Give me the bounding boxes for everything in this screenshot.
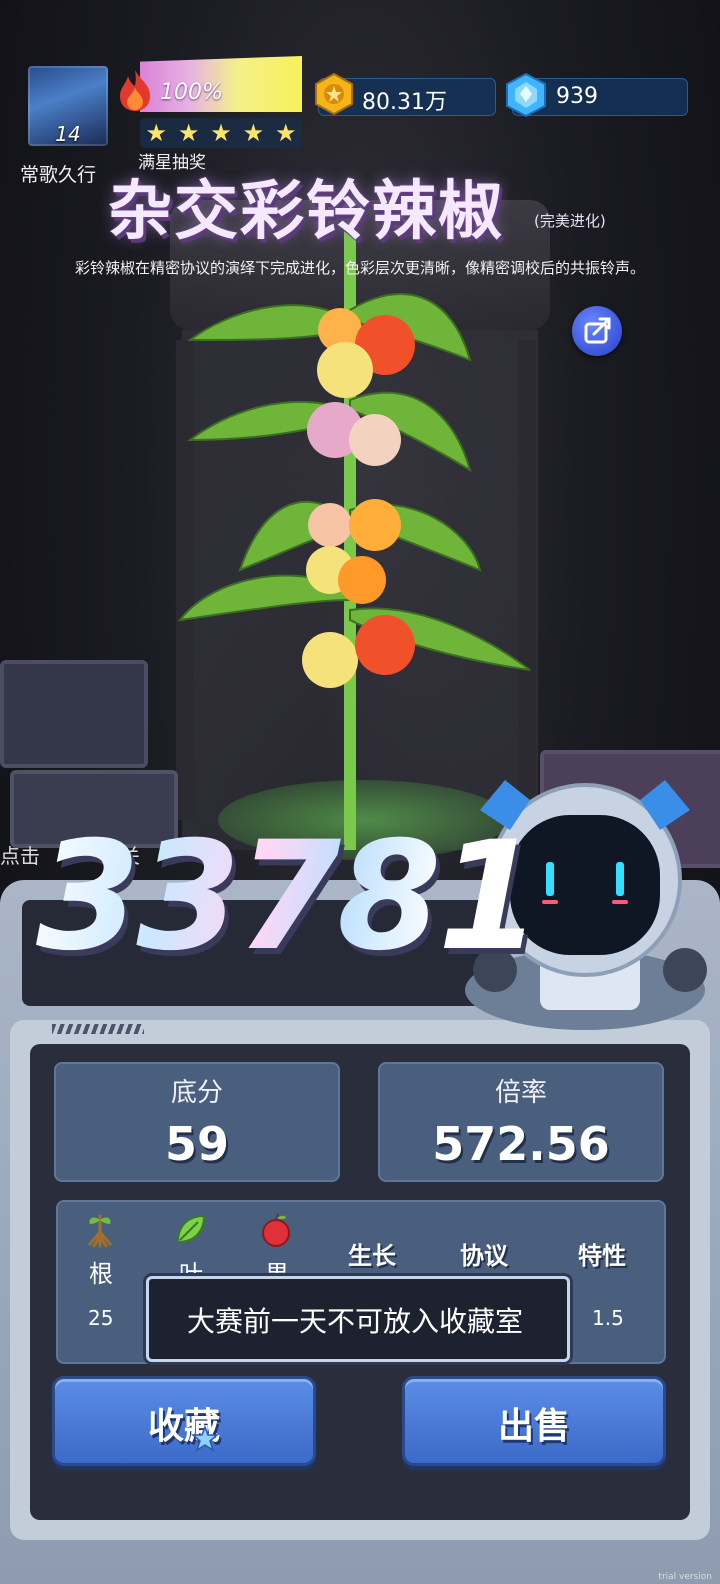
trait-value: 1.5 <box>592 1306 624 1330</box>
collect-button[interactable]: 收藏 <box>52 1376 316 1466</box>
star-rating[interactable]: ★ ★ ★ ★ ★ <box>140 118 302 148</box>
star-icon: ★ <box>145 119 167 147</box>
trait-header: 特性 <box>578 1242 626 1270</box>
star-icon: ★ <box>275 119 297 147</box>
flame-icon <box>120 70 150 111</box>
share-button[interactable] <box>572 306 622 356</box>
star-badge-icon <box>191 1425 219 1452</box>
growth-header: 生长 <box>348 1242 396 1270</box>
multiplier-box: 倍率 572.56 <box>378 1062 664 1182</box>
protocol-header: 协议 <box>460 1242 508 1270</box>
heat-percent: 100% <box>160 80 223 105</box>
leaf-icon <box>176 1214 206 1244</box>
star-icon: ★ <box>210 119 232 147</box>
gem-icon <box>506 72 546 118</box>
total-score: 33781 <box>36 810 542 984</box>
player-level: 14 <box>55 122 81 146</box>
coin-amount: 80.31万 <box>362 90 447 115</box>
coin-icon <box>315 72 353 116</box>
base-score-box: 底分 59 <box>54 1062 340 1182</box>
player-avatar[interactable]: 14 <box>28 66 108 146</box>
player-name: 常歌久行 <box>20 164 97 186</box>
plant-title-suffix: (完美进化) <box>534 212 606 230</box>
plant-description: 彩铃辣椒在精密协议的演绎下完成进化，色彩层次更清晰，像精密调校后的共振铃声。 <box>74 259 645 277</box>
panel-decoration <box>52 1024 144 1034</box>
monitor-left <box>0 660 148 768</box>
watermark: trial version <box>658 1572 712 1582</box>
root-value: 25 <box>88 1306 114 1330</box>
gem-amount: 939 <box>556 84 598 109</box>
base-score-label: 底分 <box>170 1078 223 1108</box>
notice-text: 大赛前一天不可放入收藏室 <box>186 1305 523 1338</box>
share-icon <box>584 317 611 344</box>
fruit-icon <box>262 1213 290 1247</box>
sell-button[interactable]: 出售 <box>402 1376 666 1466</box>
sell-button-label: 出售 <box>497 1406 570 1447</box>
multiplier-value: 572.56 <box>432 1117 610 1171</box>
root-label: 根 <box>89 1260 113 1288</box>
collect-button-label: 收藏 <box>147 1406 220 1447</box>
star-icon: ★ <box>242 119 265 147</box>
star-icon: ★ <box>177 119 200 147</box>
multiplier-label: 倍率 <box>494 1078 547 1108</box>
plant-title: 杂交彩铃辣椒 <box>108 175 504 249</box>
root-icon <box>88 1214 112 1248</box>
base-score-value: 59 <box>164 1117 229 1171</box>
